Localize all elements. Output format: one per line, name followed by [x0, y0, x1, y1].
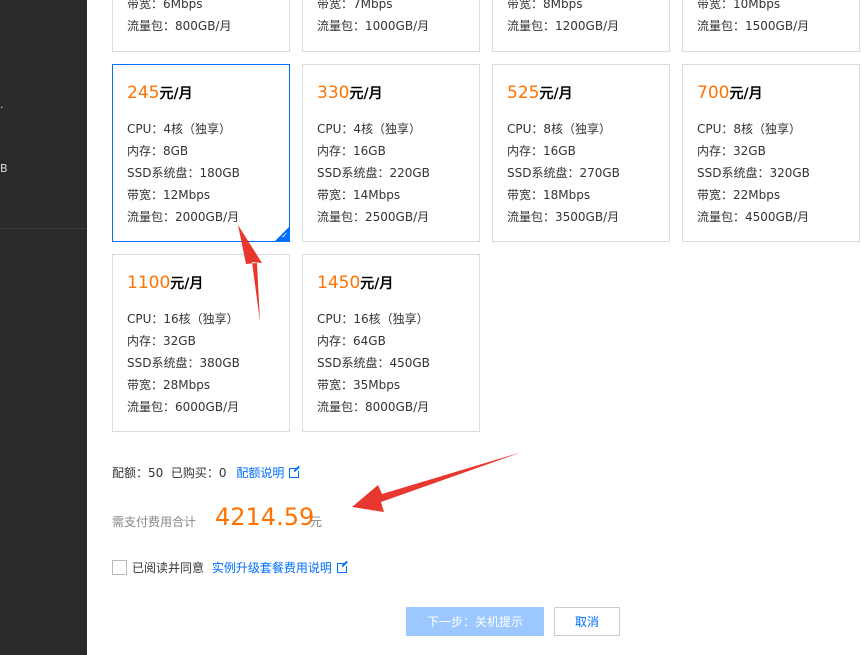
sidebar: . B: [0, 0, 87, 655]
plan-card-partial[interactable]: 带宽：6Mbps 流量包：800GB/月: [112, 0, 290, 52]
agreement-row: 已阅读并同意 实例升级套餐费用说明: [112, 559, 349, 576]
plan-price: 700元/月: [697, 83, 763, 103]
ssd-spec: SSD系统盘：380GB: [127, 356, 240, 370]
cpu-spec: CPU：8核（独享）: [507, 122, 612, 136]
traffic-label: 流量包：800GB/月: [127, 19, 232, 33]
cpu-spec: CPU：8核（独享）: [697, 122, 802, 136]
bandwidth-label: 带宽：8Mbps: [507, 0, 583, 11]
plan-price: 1100元/月: [127, 273, 204, 293]
total-unit: 元: [310, 515, 323, 529]
traffic-spec: 流量包：3500GB/月: [507, 210, 620, 224]
ssd-spec: SSD系统盘：450GB: [317, 356, 430, 370]
total-label: 需支付费用合计: [112, 515, 197, 529]
plan-card-525[interactable]: 525元/月 CPU：8核（独享） 内存：16GB SSD系统盘：270GB 带…: [492, 64, 670, 242]
plan-card-partial[interactable]: 带宽：10Mbps 流量包：1500GB/月: [682, 0, 860, 52]
bandwidth-label: 带宽：6Mbps: [127, 0, 203, 11]
plan-price: 525元/月: [507, 83, 573, 103]
memory-spec: 内存：64GB: [317, 334, 386, 348]
plan-card-245[interactable]: 245元/月 CPU：4核（独享） 内存：8GB SSD系统盘：180GB 带宽…: [112, 64, 290, 242]
traffic-spec: 流量包：6000GB/月: [127, 400, 240, 414]
bandwidth-spec: 带宽：12Mbps: [127, 188, 211, 202]
traffic-spec: 流量包：4500GB/月: [697, 210, 810, 224]
cpu-spec: CPU：4核（独享）: [127, 122, 232, 136]
agreement-link[interactable]: 实例升级套餐费用说明: [212, 561, 332, 575]
memory-spec: 内存：16GB: [317, 144, 386, 158]
bandwidth-spec: 带宽：28Mbps: [127, 378, 211, 392]
quota-text: 配额：50 已购买：0: [112, 466, 227, 480]
cancel-button[interactable]: 取消: [554, 607, 620, 636]
external-link-icon[interactable]: [289, 466, 302, 478]
plan-price: 330元/月: [317, 83, 383, 103]
plan-card-partial[interactable]: 带宽：7Mbps 流量包：1000GB/月: [302, 0, 480, 52]
cpu-spec: CPU：16核（独享）: [127, 312, 239, 326]
ssd-spec: SSD系统盘：270GB: [507, 166, 620, 180]
traffic-label: 流量包：1200GB/月: [507, 19, 620, 33]
bandwidth-label: 带宽：10Mbps: [697, 0, 781, 11]
traffic-spec: 流量包：2000GB/月: [127, 210, 240, 224]
external-link-icon[interactable]: [336, 561, 349, 573]
traffic-spec: 流量包：8000GB/月: [317, 400, 430, 414]
traffic-spec: 流量包：2500GB/月: [317, 210, 430, 224]
bandwidth-label: 带宽：7Mbps: [317, 0, 393, 11]
bandwidth-spec: 带宽：14Mbps: [317, 188, 401, 202]
memory-spec: 内存：8GB: [127, 144, 189, 158]
plan-card-330[interactable]: 330元/月 CPU：4核（独享） 内存：16GB SSD系统盘：220GB 带…: [302, 64, 480, 242]
sidebar-divider: [0, 228, 87, 229]
bandwidth-spec: 带宽：18Mbps: [507, 188, 591, 202]
plan-price: 245元/月: [127, 83, 193, 103]
total-amount: 4214.59: [215, 503, 315, 531]
memory-spec: 内存：32GB: [127, 334, 196, 348]
ssd-spec: SSD系统盘：220GB: [317, 166, 430, 180]
traffic-label: 流量包：1500GB/月: [697, 19, 810, 33]
plan-card-1100[interactable]: 1100元/月 CPU：16核（独享） 内存：32GB SSD系统盘：380GB…: [112, 254, 290, 432]
cpu-spec: CPU：4核（独享）: [317, 122, 422, 136]
quota-help-link[interactable]: 配额说明: [236, 466, 284, 480]
agreement-text: 已阅读并同意: [132, 561, 205, 575]
memory-spec: 内存：32GB: [697, 144, 766, 158]
sidebar-fragment: B: [0, 162, 8, 175]
memory-spec: 内存：16GB: [507, 144, 576, 158]
traffic-label: 流量包：1000GB/月: [317, 19, 430, 33]
plan-price: 1450元/月: [317, 273, 394, 293]
plan-card-700[interactable]: 700元/月 CPU：8核（独享） 内存：32GB SSD系统盘：320GB 带…: [682, 64, 860, 242]
bandwidth-spec: 带宽：35Mbps: [317, 378, 401, 392]
plan-card-1450[interactable]: 1450元/月 CPU：16核（独享） 内存：64GB SSD系统盘：450GB…: [302, 254, 480, 432]
annotation-arrow: [352, 452, 522, 512]
selected-check-icon: ✓: [281, 231, 288, 240]
agreement-checkbox[interactable]: [112, 560, 127, 575]
sidebar-fragment: .: [0, 98, 4, 111]
plan-card-partial[interactable]: 带宽：8Mbps 流量包：1200GB/月: [492, 0, 670, 52]
ssd-spec: SSD系统盘：320GB: [697, 166, 810, 180]
quota-info: 配额：50 已购买：0 配额说明: [112, 464, 302, 481]
bandwidth-spec: 带宽：22Mbps: [697, 188, 781, 202]
ssd-spec: SSD系统盘：180GB: [127, 166, 240, 180]
next-button[interactable]: 下一步：关机提示: [406, 607, 544, 636]
cpu-spec: CPU：16核（独享）: [317, 312, 429, 326]
